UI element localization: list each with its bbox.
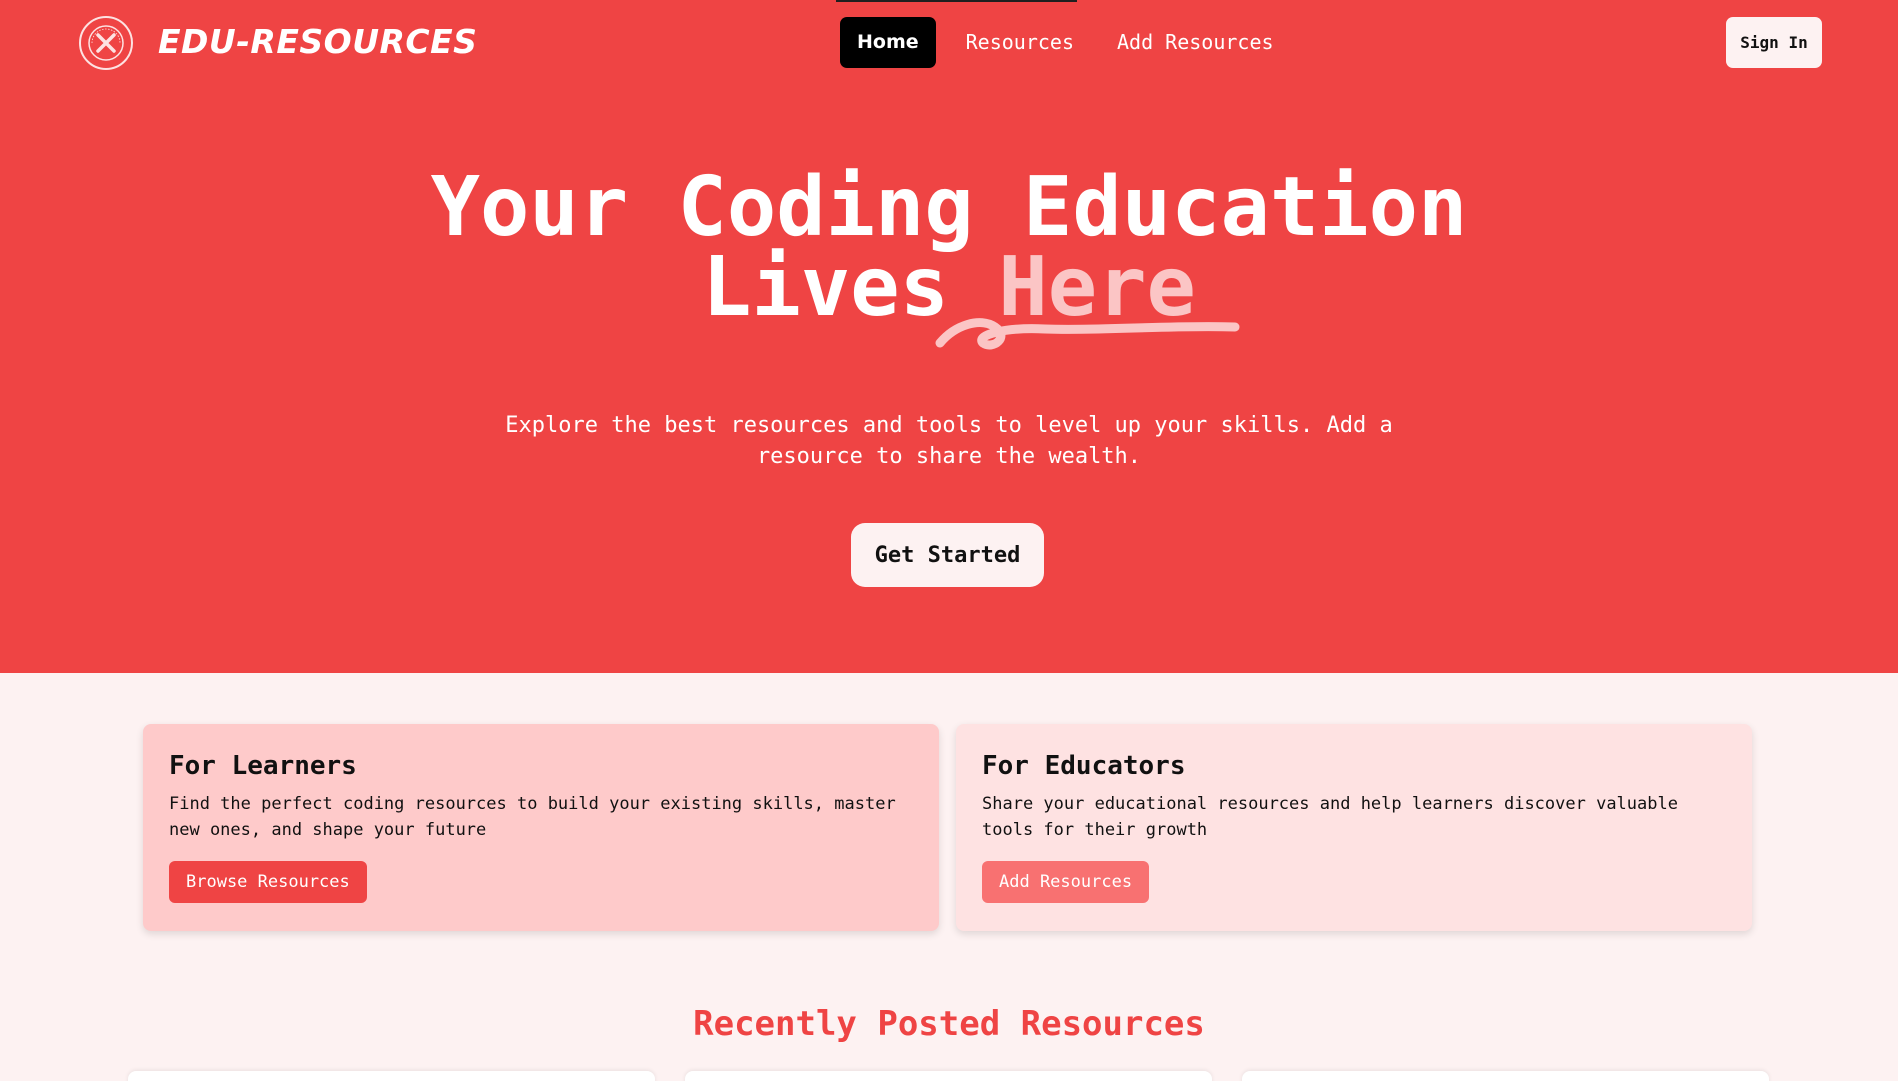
learners-card: For Learners Find the perfect coding res… [143, 724, 939, 931]
hero-headline: Your Coding Education Lives Here [0, 167, 1898, 329]
sign-in-button[interactable]: Sign In [1726, 17, 1822, 68]
get-started-button[interactable]: Get Started [851, 523, 1044, 587]
educators-card-text: Share your educational resources and hel… [982, 794, 1678, 840]
recent-resources-title: Recently Posted Resources [693, 1004, 1205, 1044]
nav-item-resources[interactable]: Resources [949, 17, 1091, 68]
nav-item-add-resources[interactable]: Add Resources [1100, 17, 1291, 68]
add-resources-button[interactable]: Add Resources [982, 861, 1150, 903]
learners-card-title: For Learners [169, 751, 357, 781]
nav-active-indicator [836, 0, 1077, 2]
resource-card[interactable] [685, 1071, 1212, 1081]
resource-card[interactable] [1242, 1071, 1769, 1081]
main-nav: Home Resources Add Resources [840, 17, 1291, 68]
hero-section: EDU-RESOURCES Home Resources Add Resourc… [0, 0, 1898, 673]
educators-card: For Educators Share your educational res… [956, 724, 1752, 931]
resource-card[interactable] [128, 1071, 655, 1081]
brand-name[interactable]: EDU-RESOURCES [158, 22, 477, 61]
nav-item-home[interactable]: Home [840, 17, 936, 68]
logo-badge-icon[interactable] [78, 15, 134, 71]
hero-subtitle: Explore the best resources and tools to … [505, 413, 1393, 469]
educators-card-title: For Educators [982, 751, 1186, 781]
squiggle-underline-icon [935, 318, 1240, 350]
browse-resources-button[interactable]: Browse Resources [169, 861, 367, 903]
learners-card-text: Find the perfect coding resources to bui… [169, 794, 896, 840]
